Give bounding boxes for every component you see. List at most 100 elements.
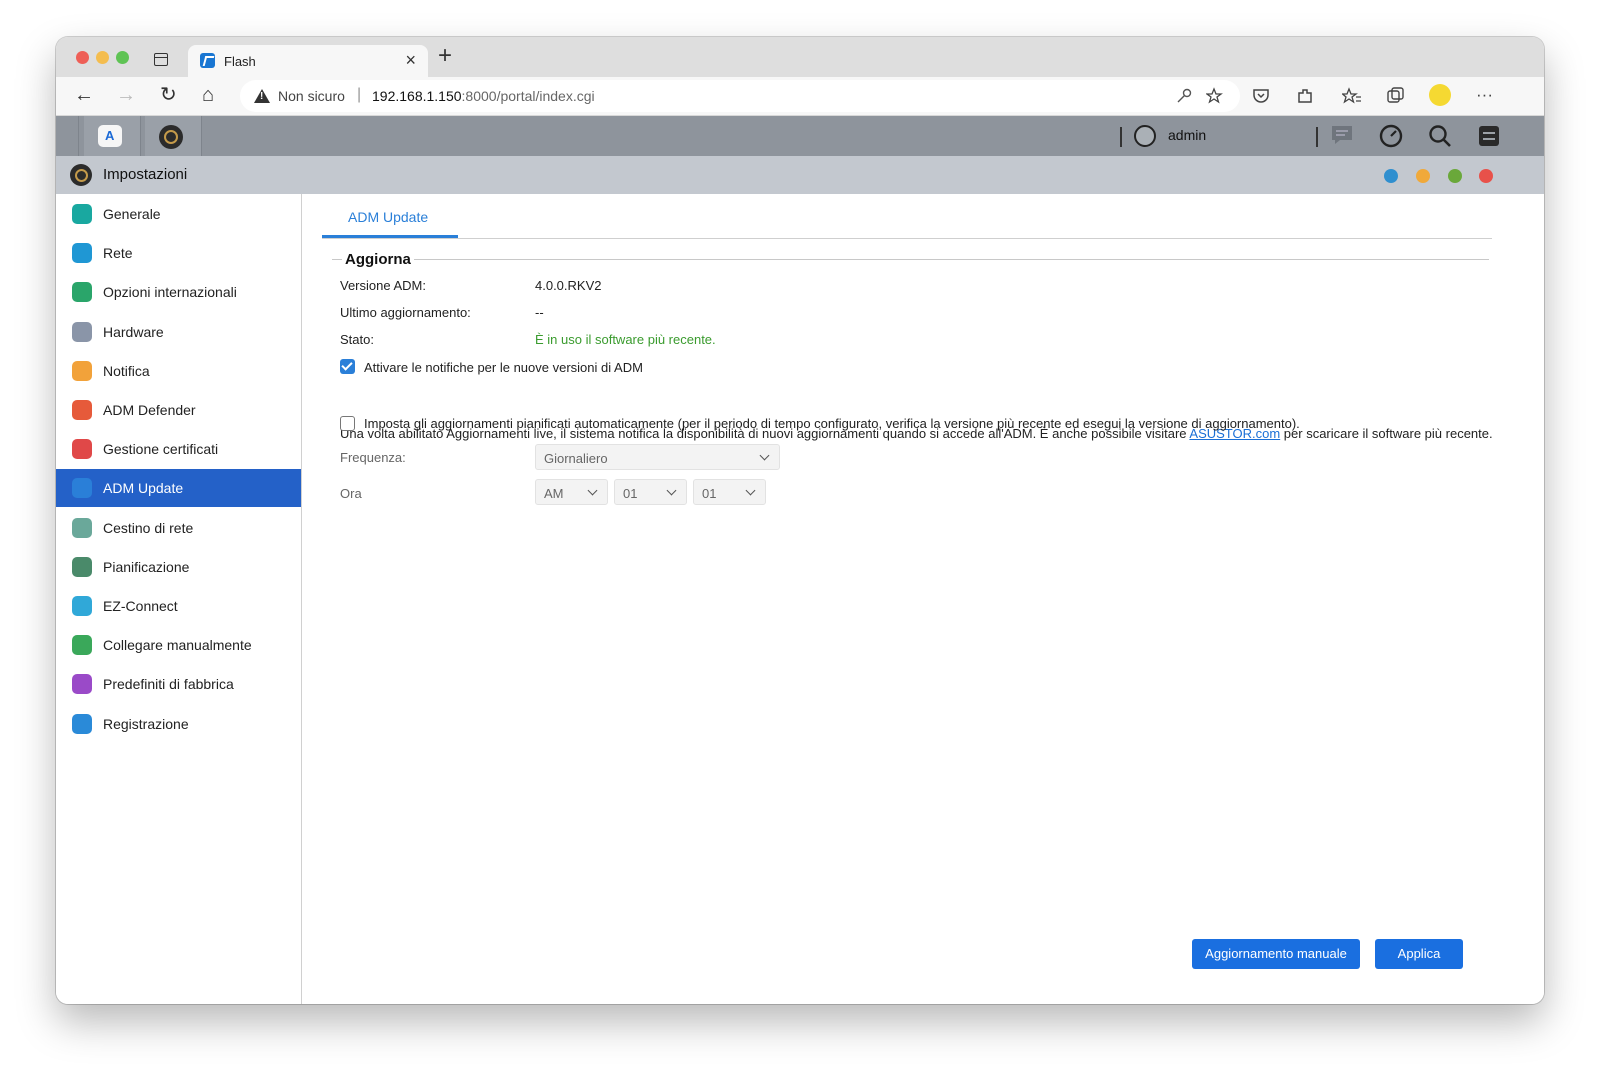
address-bar[interactable]: Non sicuro | 192.168.1.150:8000/portal/i… <box>240 80 1240 112</box>
minute-select[interactable]: 01 <box>693 479 766 505</box>
control-icon[interactable] <box>1478 125 1500 147</box>
warning-icon <box>254 89 270 103</box>
security-label[interactable]: Non sicuro <box>278 88 345 104</box>
sidebar-item-label: Notifica <box>103 362 150 379</box>
taskbar-separator <box>1120 127 1122 147</box>
home-icon[interactable]: ⌂ <box>202 84 214 106</box>
general-icon <box>72 204 92 224</box>
frequency-label: Frequenza: <box>340 450 406 465</box>
close-tab-icon[interactable]: × <box>405 51 416 69</box>
sidebar-item-label: Collegare manualmente <box>103 637 252 654</box>
back-icon[interactable]: ← <box>74 84 94 106</box>
window-maximize-dot[interactable] <box>1448 169 1462 183</box>
sidebar-item[interactable]: ADM Defender <box>56 391 301 429</box>
factory-reset-icon <box>72 674 92 695</box>
search-icon[interactable] <box>1428 124 1452 148</box>
user-avatar-icon[interactable] <box>1134 125 1156 147</box>
extensions-icon[interactable] <box>1296 87 1314 105</box>
sidebar-item[interactable]: Pianificazione <box>56 548 301 586</box>
description-text-end: per scaricare il software più recente. <box>1280 426 1493 441</box>
manual-update-button[interactable]: Aggiornamento manuale <box>1192 939 1360 969</box>
sidebar-item[interactable]: Hardware <box>56 313 301 351</box>
window-info-dot[interactable] <box>1384 169 1398 183</box>
update-icon <box>72 478 92 499</box>
sidebar-item-label: Rete <box>103 245 133 262</box>
sidebar-item[interactable]: Predefiniti di fabbrica <box>56 665 301 703</box>
reload-icon[interactable]: ↻ <box>160 84 177 106</box>
settings-app-slot[interactable] <box>145 116 202 156</box>
minimize-window-button[interactable] <box>96 51 109 64</box>
sidebar-item-label: Registrazione <box>103 715 189 732</box>
tab-actions-icon[interactable] <box>154 53 168 66</box>
chevron-down-icon <box>759 450 770 461</box>
window-minimize-dot[interactable] <box>1416 169 1430 183</box>
sidebar-item-label: Opzioni internazionali <box>103 284 237 301</box>
ampm-select-value: AM <box>544 486 564 501</box>
version-label: Versione ADM: <box>340 278 426 293</box>
sidebar-item[interactable]: Opzioni internazionali <box>56 273 301 311</box>
dashboard-icon[interactable] <box>1379 124 1403 148</box>
favorite-add-icon[interactable] <box>1206 87 1224 105</box>
address-separator: | <box>357 86 362 103</box>
minute-select-value: 01 <box>702 486 717 501</box>
recycle-bin-icon <box>72 517 92 538</box>
more-icon[interactable]: ··· <box>1476 85 1493 105</box>
sidebar-item-label: Gestione certificati <box>103 441 219 458</box>
browser-tab-flash[interactable]: Flash × <box>188 45 428 77</box>
schedule-icon <box>72 556 92 577</box>
window-close-dot[interactable] <box>1479 169 1493 183</box>
address-url[interactable]: 192.168.1.150:8000/portal/index.cgi <box>372 88 595 104</box>
favorites-icon[interactable] <box>1342 87 1362 105</box>
notify-checkbox-label[interactable]: Attivare le notifiche per le nuove versi… <box>364 360 643 375</box>
sidebar-item[interactable]: Gestione certificati <box>56 430 301 468</box>
sidebar-item-label: Hardware <box>103 323 164 340</box>
hour-select-value: 01 <box>623 486 638 501</box>
frequency-select-value: Giornaliero <box>544 451 608 466</box>
sidebar-item[interactable]: Rete <box>56 234 301 272</box>
key-icon[interactable] <box>1176 88 1192 104</box>
collections-icon[interactable] <box>1386 87 1406 105</box>
sidebar-item[interactable]: Collegare manualmente <box>56 626 301 664</box>
asus-app-slot[interactable] <box>84 116 141 156</box>
profile-icon[interactable] <box>1429 84 1451 106</box>
sidebar-item[interactable]: Notifica <box>56 352 301 390</box>
tab-adm-update[interactable]: ADM Update <box>322 194 458 238</box>
browser-tab-strip: Flash × + <box>56 37 1544 77</box>
notify-checkbox[interactable] <box>340 359 355 374</box>
ampm-select[interactable]: AM <box>535 479 608 505</box>
sidebar-item[interactable]: Generale <box>56 195 301 233</box>
sidebar-item-label: EZ-Connect <box>103 598 178 614</box>
last-update-label: Ultimo aggiornamento: <box>340 305 471 320</box>
auto-update-checkbox[interactable] <box>340 416 355 431</box>
sidebar-item[interactable]: EZ-Connect <box>56 587 301 625</box>
chevron-down-icon <box>587 485 598 496</box>
close-window-button[interactable] <box>76 51 89 64</box>
user-name[interactable]: admin <box>1168 127 1206 143</box>
sidebar-item[interactable]: Cestino di rete <box>56 509 301 547</box>
settings-sidebar: Generale Rete Opzioni internazionali Hardwa… <box>56 194 302 1004</box>
taskbar-separator <box>1316 127 1318 147</box>
status-label: Stato: <box>340 332 374 347</box>
sidebar-item[interactable]: Registrazione <box>56 705 301 743</box>
apply-button[interactable]: Applica <box>1375 939 1463 969</box>
frequency-select[interactable]: Giornaliero <box>535 444 780 470</box>
messages-icon[interactable] <box>1331 125 1353 145</box>
forward-icon[interactable]: → <box>116 84 136 106</box>
sidebar-item-label: Cestino di rete <box>103 519 194 536</box>
chevron-down-icon <box>666 485 677 496</box>
sidebar-item[interactable]: ADM Update <box>56 469 301 508</box>
new-tab-icon[interactable]: + <box>438 44 452 68</box>
auto-update-checkbox-label[interactable]: Imposta gli aggiornamenti pianificati au… <box>364 416 1300 431</box>
section-title: Aggiorna <box>345 251 411 268</box>
pocket-icon[interactable] <box>1252 87 1270 105</box>
sidebar-item-label: Pianificazione <box>103 558 190 575</box>
settings-app-icon[interactable] <box>159 125 183 149</box>
browser-window: Flash × + ← → ↻ ⌂ Non sicuro | 192.168.1… <box>56 37 1544 1004</box>
hour-select[interactable]: 01 <box>614 479 687 505</box>
tab-adm-update-label: ADM Update <box>348 209 429 225</box>
browser-toolbar: ← → ↻ ⌂ Non sicuro | 192.168.1.150:8000/… <box>56 77 1544 116</box>
zoom-window-button[interactable] <box>116 51 129 64</box>
asus-app-icon[interactable] <box>98 125 122 147</box>
address-path: :8000/portal/index.cgi <box>461 88 595 104</box>
section-rule <box>414 259 1489 260</box>
